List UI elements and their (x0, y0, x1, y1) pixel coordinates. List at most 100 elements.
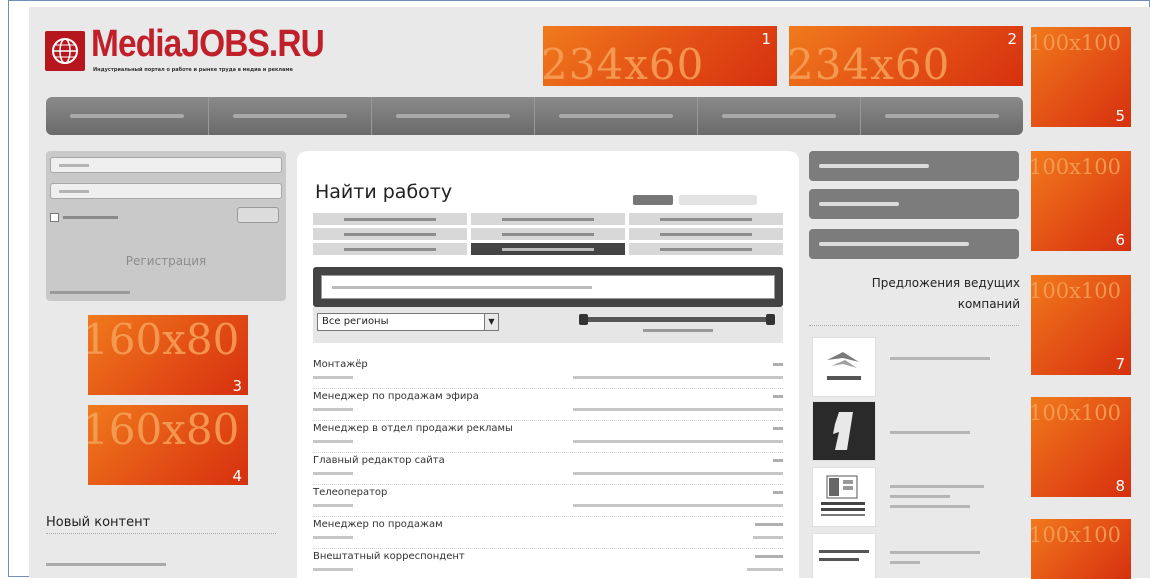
right-banner-column: 100x100 5 100x100 6 100x100 7 100x100 8 … (1031, 7, 1150, 579)
banner-100x100-8[interactable]: 100x100 8 (1031, 397, 1131, 497)
offers-title-line1: Предложения ведущих (871, 276, 1020, 290)
banner-number: 8 (1115, 477, 1125, 495)
new-content-title: Новый контент (46, 515, 151, 530)
category-item[interactable] (471, 213, 625, 225)
category-item[interactable] (313, 213, 467, 225)
login-box: Регистрация (46, 151, 286, 301)
banner-160x80-4[interactable]: 160x80 4 (88, 405, 248, 485)
company-logo-optimum[interactable] (812, 533, 876, 578)
banner-100x100-7[interactable]: 100x100 7 (1031, 275, 1131, 375)
banner-100x100-9[interactable]: 100x100 (1031, 519, 1131, 579)
job-row[interactable]: Монтажёр (313, 359, 783, 389)
job-date (313, 472, 353, 475)
banner-number: 4 (232, 467, 242, 485)
region-select[interactable]: Все регионы ▼ (317, 313, 499, 331)
nav-item[interactable] (535, 97, 698, 135)
new-content-item[interactable] (46, 563, 166, 566)
banner-234x60-2[interactable]: 234x60 2 (789, 26, 1023, 86)
slider-knob-min[interactable] (579, 314, 588, 325)
logo-name: MediaJOBS.RU (91, 23, 325, 65)
employers-button[interactable] (809, 151, 1019, 181)
job-company[interactable] (573, 376, 783, 379)
company-logo-russia[interactable] (812, 337, 876, 397)
banner-size-text: 100x100 (1031, 523, 1122, 547)
forgot-password-link[interactable] (50, 291, 130, 294)
company-offer[interactable] (812, 467, 1022, 531)
jobseekers-button[interactable] (809, 189, 1019, 219)
login-field[interactable] (50, 157, 282, 173)
category-item-all[interactable] (471, 243, 625, 255)
nav-item[interactable] (46, 97, 209, 135)
company-offer[interactable] (812, 401, 1022, 465)
nav-item[interactable] (209, 97, 372, 135)
company-offer[interactable] (812, 533, 1022, 578)
company-name[interactable] (890, 481, 1010, 508)
job-search-panel: Найти работу Все регионы ▼ Монтажёр Мене… (297, 151, 799, 578)
job-title[interactable]: Менеджер по продажам эфира (313, 391, 479, 402)
job-row[interactable]: Менеджер по продажам (313, 519, 783, 549)
tab-by-date[interactable] (633, 195, 673, 205)
job-salary (773, 427, 783, 430)
job-company[interactable] (747, 568, 783, 571)
banner-size-text: 160x80 (88, 405, 240, 454)
job-company[interactable] (753, 536, 783, 539)
chevron-down-icon[interactable]: ▼ (484, 314, 498, 330)
job-date (313, 376, 353, 379)
register-link[interactable]: Регистрация (46, 254, 286, 268)
nav-item[interactable] (698, 97, 861, 135)
slider-knob-max[interactable] (766, 314, 775, 325)
password-field[interactable] (50, 183, 282, 199)
job-row[interactable]: Главный редактор сайта (313, 455, 783, 485)
banner-100x100-5[interactable]: 100x100 5 (1031, 27, 1131, 127)
job-date (313, 568, 353, 571)
job-title[interactable]: Менеджер в отдел продажи рекламы (313, 423, 513, 434)
job-date (313, 440, 353, 443)
nav-item[interactable] (372, 97, 535, 135)
login-button[interactable] (237, 207, 279, 223)
job-company[interactable] (573, 504, 783, 507)
job-title[interactable]: Внештатный корреспондент (313, 551, 465, 562)
salary-slider[interactable] (579, 314, 775, 325)
company-name[interactable] (890, 547, 1010, 564)
banner-160x80-3[interactable]: 160x80 3 (88, 315, 248, 395)
category-item[interactable] (629, 228, 783, 240)
job-row[interactable]: Телеоператор (313, 487, 783, 517)
job-row[interactable]: Менеджер по продажам эфира (313, 391, 783, 421)
remember-me[interactable] (50, 211, 150, 223)
main-nav (46, 97, 1023, 135)
category-item[interactable] (471, 228, 625, 240)
company-name[interactable] (890, 351, 1010, 360)
company-logo-channel-one[interactable] (812, 401, 876, 461)
job-title[interactable]: Менеджер по продажам (313, 519, 443, 530)
job-company[interactable] (573, 472, 783, 475)
job-row[interactable]: Внештатный корреспондент (313, 551, 783, 578)
tab-by-salary[interactable] (679, 195, 757, 205)
job-salary (755, 523, 783, 526)
job-title[interactable]: Главный редактор сайта (313, 455, 445, 466)
nav-item[interactable] (861, 97, 1023, 135)
category-item[interactable] (313, 228, 467, 240)
category-item[interactable] (629, 243, 783, 255)
checkbox-icon[interactable] (50, 212, 59, 222)
company-name[interactable] (890, 415, 1010, 434)
job-salary (773, 459, 783, 462)
divider (46, 533, 276, 534)
job-title[interactable]: Телеоператор (313, 487, 387, 498)
site-logo[interactable]: MediaJOBS.RU Индустриальный портал о раб… (45, 23, 325, 99)
banner-100x100-6[interactable]: 100x100 6 (1031, 151, 1131, 251)
job-row[interactable]: Менеджер в отдел продажи рекламы (313, 423, 783, 453)
company-logo-hachette[interactable] (812, 467, 876, 527)
job-salary (755, 555, 783, 558)
banner-number: 1 (761, 30, 771, 48)
job-company[interactable] (573, 440, 783, 443)
logo-tagline: Индустриальный портал о работе и рынке т… (93, 67, 293, 73)
job-company[interactable] (573, 408, 783, 411)
banner-234x60-1[interactable]: 234x60 1 (543, 26, 777, 86)
company-offer[interactable] (812, 337, 1022, 401)
top-professionals-button[interactable] (809, 229, 1019, 259)
job-salary (773, 395, 783, 398)
category-item[interactable] (629, 213, 783, 225)
category-item[interactable] (313, 243, 467, 255)
job-title[interactable]: Монтажёр (313, 359, 368, 370)
keyword-input[interactable] (321, 275, 775, 299)
